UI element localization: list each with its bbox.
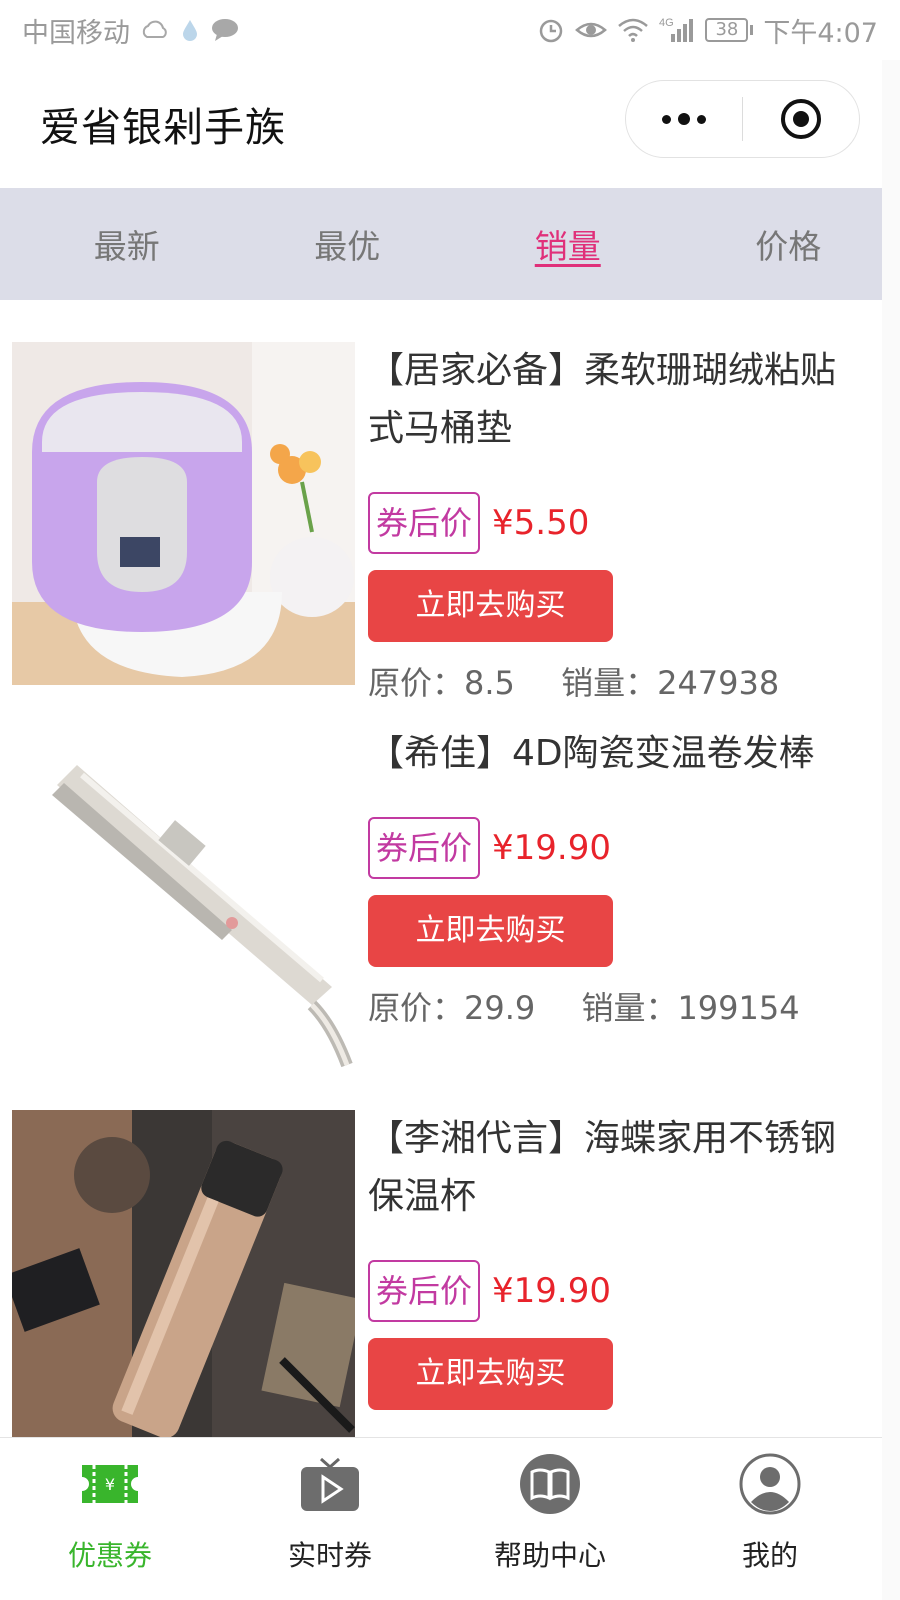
nav-coupon[interactable]: ¥ 优惠券 <box>0 1438 220 1600</box>
coupon-price-tag: 券后价 <box>368 1260 481 1322</box>
right-edge-strip <box>882 60 900 1600</box>
price-row: 券后价 ¥19.90 <box>368 1260 868 1322</box>
product-title[interactable]: 【居家必备】柔软珊瑚绒粘贴式马桶垫 <box>368 342 868 458</box>
tab-sales[interactable]: 销量 <box>474 188 662 300</box>
buy-now-button[interactable]: 立即去购买 <box>368 1338 613 1410</box>
list-item[interactable]: 【居家必备】柔软珊瑚绒粘贴式马桶垫 券后价 ¥5.50 立即去购买 原价：8.5… <box>0 340 882 720</box>
battery-level: 38 <box>705 18 749 42</box>
product-image[interactable] <box>12 342 355 685</box>
product-meta: 原价：29.9 销量：199154 <box>368 983 880 1029</box>
original-price: 原价：8.5 <box>368 664 515 702</box>
status-bar: 中国移动 4G 38 下午4:07 <box>0 0 900 60</box>
title-bar: 爱省银剁手族 <box>0 60 900 188</box>
book-icon <box>518 1452 582 1516</box>
battery-tip <box>750 25 754 35</box>
original-price: 原价：29.9 <box>368 989 536 1027</box>
coupon-price: ¥5.50 <box>492 503 590 543</box>
product-info: 【李湘代言】海蝶家用不锈钢保温杯 券后价 ¥19.90 立即去购买 <box>368 1110 868 1437</box>
list-item[interactable]: 【希佳】4D陶瓷变温卷发棒 券后价 ¥19.90 立即去购买 原价：29.9 销… <box>0 725 882 1105</box>
price-row: 券后价 ¥19.90 <box>368 817 880 879</box>
product-image[interactable] <box>12 1110 355 1437</box>
more-dot <box>678 113 690 125</box>
message-icon <box>210 18 240 42</box>
sort-tabs: 最新 最优 销量 价格 <box>0 188 882 300</box>
svg-text:¥: ¥ <box>105 1475 115 1494</box>
product-info: 【希佳】4D陶瓷变温卷发棒 券后价 ¥19.90 立即去购买 原价：29.9 销… <box>368 725 880 1029</box>
status-left: 中国移动 <box>22 11 240 50</box>
nav-profile[interactable]: 我的 <box>660 1438 880 1600</box>
buy-now-button[interactable]: 立即去购买 <box>368 895 613 967</box>
svg-text:4G: 4G <box>659 17 674 29</box>
nav-label: 实时券 <box>287 1539 372 1572</box>
eye-icon <box>575 18 608 42</box>
close-button[interactable] <box>743 81 859 157</box>
signal-icon: 4G <box>659 16 695 44</box>
buy-now-button[interactable]: 立即去购买 <box>368 570 613 642</box>
product-info: 【居家必备】柔软珊瑚绒粘贴式马桶垫 券后价 ¥5.50 立即去购买 原价：8.5… <box>368 342 868 704</box>
nav-label: 我的 <box>741 1539 798 1572</box>
alarm-icon <box>537 16 565 44</box>
target-close-icon <box>780 99 821 139</box>
tv-play-icon <box>298 1452 362 1516</box>
product-list: 【居家必备】柔软珊瑚绒粘贴式马桶垫 券后价 ¥5.50 立即去购买 原价：8.5… <box>0 300 882 1437</box>
product-title[interactable]: 【希佳】4D陶瓷变温卷发棒 <box>368 725 880 783</box>
nav-help-center[interactable]: 帮助中心 <box>440 1438 660 1600</box>
coupon-price: ¥19.90 <box>492 828 611 868</box>
wifi-icon <box>617 17 649 43</box>
carrier-label: 中国移动 <box>22 17 130 49</box>
battery-icon: 38 <box>705 18 754 42</box>
tab-latest[interactable]: 最新 <box>33 188 221 300</box>
page-title: 爱省银剁手族 <box>40 105 286 151</box>
status-right: 4G 38 下午4:07 <box>537 11 878 50</box>
clock-time: 下午4:07 <box>763 17 878 49</box>
cloud-icon <box>140 19 170 41</box>
product-meta: 原价：8.5 销量：247938 <box>368 658 868 704</box>
mini-program-capsule <box>625 80 860 158</box>
list-item[interactable]: 【李湘代言】海蝶家用不锈钢保温杯 券后价 ¥19.90 立即去购买 <box>0 1110 882 1437</box>
nav-label: 优惠券 <box>67 1539 152 1572</box>
product-meta <box>368 1426 868 1437</box>
coupon-price-tag: 券后价 <box>368 817 481 879</box>
user-icon <box>738 1452 802 1516</box>
product-title[interactable]: 【李湘代言】海蝶家用不锈钢保温杯 <box>368 1110 868 1226</box>
sales-count: 销量：199154 <box>581 989 800 1027</box>
nav-realtime-coupon[interactable]: 实时券 <box>220 1438 440 1600</box>
coupon-icon: ¥ <box>78 1452 142 1516</box>
more-button[interactable] <box>626 81 742 157</box>
tab-best[interactable]: 最优 <box>254 188 442 300</box>
more-dot <box>662 114 671 124</box>
bottom-tab-bar: ¥ 优惠券 实时券 帮助中心 我的 <box>0 1437 882 1600</box>
sales-count: 销量：247938 <box>561 664 780 702</box>
product-image[interactable] <box>12 725 355 1068</box>
price-row: 券后价 ¥5.50 <box>368 492 868 554</box>
coupon-price: ¥19.90 <box>492 1271 611 1311</box>
water-drop-icon <box>180 18 200 42</box>
coupon-price-tag: 券后价 <box>368 492 481 554</box>
tab-price[interactable]: 价格 <box>695 188 883 300</box>
nav-label: 帮助中心 <box>493 1539 606 1572</box>
more-dot <box>697 114 706 124</box>
